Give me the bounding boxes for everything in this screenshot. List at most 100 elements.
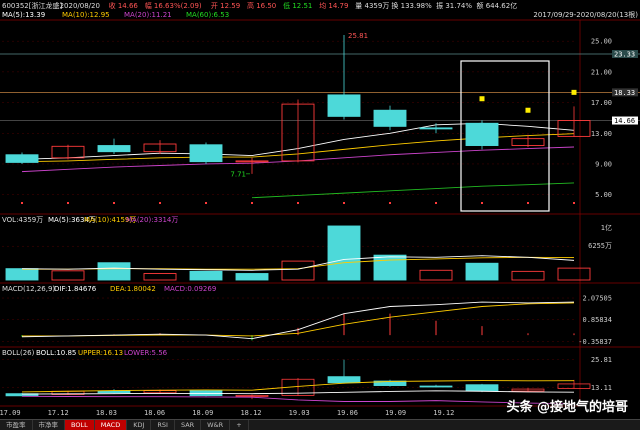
header-field-8: 量 4359万 [355, 2, 389, 10]
volume-bar [97, 262, 131, 281]
signal-marker [479, 96, 485, 102]
candle-tick-marker [21, 202, 23, 204]
volume-bar [143, 273, 177, 281]
xaxis-label: 19.06 [337, 409, 358, 417]
header-field-2: 收 14.66 [109, 1, 139, 10]
candle-tick-marker [113, 202, 115, 204]
boll-candle-body [465, 384, 499, 392]
xaxis-label: 18.12 [240, 409, 261, 417]
candle-tick-marker [159, 202, 161, 204]
date-range: 2017/09/29-2020/08/20(13根) [533, 10, 638, 19]
price-tick: 21.00 [591, 68, 612, 76]
macd-dea-legend: DEA:1.80042 [110, 285, 156, 293]
boll-upper-legend: UPPER:16.13 [78, 349, 123, 357]
boll-candle-body [97, 390, 131, 394]
badge-high: 23.33 [614, 50, 635, 58]
candle-body [373, 109, 407, 127]
macd-tick: -0.35837 [578, 338, 612, 346]
volume-bar [281, 260, 315, 281]
volume-bar [51, 270, 85, 281]
signal-marker [525, 107, 531, 113]
volume-bar [235, 273, 269, 281]
indicator-tab-bar: 市盈率 市净率 BOLL MACD KDJ RSI SAR W&R + [0, 419, 640, 430]
badge-mid: 18.33 [614, 89, 635, 97]
boll-tick: 25.81 [591, 356, 612, 364]
ma5-legend: MA(5):13.39 [2, 11, 45, 19]
candle-tick-marker [251, 202, 253, 204]
header-field-7: 均 14.79 [319, 1, 348, 10]
candle-tick-marker [435, 202, 437, 204]
xaxis-label: 19.03 [289, 409, 310, 417]
volume-bar [5, 268, 39, 281]
ma60-legend: MA(60):6.53 [186, 11, 229, 19]
candle-body [189, 144, 223, 163]
header-field-9: 换 133.98% [391, 1, 432, 10]
boll-tick: 13.11 [591, 384, 612, 392]
candle-tick-marker [297, 202, 299, 204]
price-tick: 5.00 [595, 191, 612, 199]
trough-label: 7.71 [230, 170, 246, 178]
candle-tick-marker [343, 202, 345, 204]
candle-body [419, 127, 453, 130]
candle-body [465, 122, 499, 146]
xaxis-label: 17.12 [48, 409, 69, 417]
macd-tick: 0.85834 [582, 316, 612, 324]
candle-tick-marker [205, 202, 207, 204]
header-field-4: 开 12.59 [211, 2, 240, 10]
boll-mid-legend: BOLL:10.85 [36, 349, 76, 357]
volume-bar [511, 270, 545, 281]
header-field-3: 幅 16.63%(2.09) [145, 1, 202, 10]
macd-dif-legend: DIF:1.84676 [54, 285, 97, 293]
signal-marker [571, 89, 577, 95]
macd-value-legend: MACD:0.09269 [164, 285, 216, 293]
candle-body [5, 154, 39, 163]
boll-lower-legend: LOWER:5.56 [124, 349, 168, 357]
candle-tick-marker [389, 202, 391, 204]
candle-tick-marker [67, 202, 69, 204]
header-field-6: 低 12.51 [283, 1, 312, 10]
price-tick: 17.00 [591, 99, 612, 107]
ma10-legend: MA(10):12.95 [62, 11, 110, 19]
vol-tick-top: 1亿 [601, 223, 612, 232]
boll-candle-body [327, 376, 361, 384]
xaxis-label: 17.09 [0, 409, 21, 417]
xaxis-label: 19.12 [433, 409, 454, 417]
peak-label: 25.81 [348, 32, 368, 40]
xaxis-label: 18.09 [192, 409, 213, 417]
volume-bar [419, 269, 453, 281]
header-field-11: 额 644.62亿 [477, 1, 518, 10]
boll-lower-line [21, 395, 575, 405]
xaxis-label: 18.06 [144, 409, 165, 417]
volume-bar [465, 262, 499, 281]
xaxis-label: 19.09 [385, 409, 406, 417]
price-tick: 13.00 [591, 130, 612, 138]
candle-tick-marker [573, 202, 575, 204]
price-tick: 9.00 [595, 160, 612, 168]
boll-title: BOLL(26) [2, 349, 35, 357]
xaxis-label: 18.03 [96, 409, 117, 417]
header-field-10: 振 31.74% [436, 1, 472, 10]
volume-bar [327, 225, 361, 281]
vol-ma20-legend: MA(20):3314万 [126, 216, 178, 224]
price-tick: 25.00 [591, 38, 612, 46]
kline-chart[interactable]: 600352[浙江龙盛]2020/08/20 收 14.66 幅 16.63%(2.… [0, 0, 640, 419]
header-field-5: 高 16.50 [247, 1, 276, 10]
volume-bar [557, 267, 591, 281]
candle-tick-marker [527, 202, 529, 204]
vol-legend: VOL:4359万 [2, 216, 43, 224]
header-field-1: 2020/08/20 [60, 2, 100, 10]
candle-body [327, 94, 361, 117]
watermark: 头条 @接地气的培哥 [506, 400, 628, 415]
boll-candle-body [419, 385, 453, 388]
vol-tick-mid: 6255万 [588, 242, 612, 250]
macd-tick: 2.07505 [582, 295, 612, 303]
header-field-0: 600352[浙江龙盛] [2, 1, 62, 10]
candle-tick-marker [481, 202, 483, 204]
ma60-line [251, 182, 575, 199]
volume-bar [373, 254, 407, 281]
badge-current: 14.66 [614, 117, 635, 125]
ma20-legend: MA(20):11.21 [124, 11, 172, 19]
volume-bar [189, 270, 223, 281]
macd-title: MACD(12,26,9) [2, 285, 55, 293]
candle-body [97, 145, 131, 153]
